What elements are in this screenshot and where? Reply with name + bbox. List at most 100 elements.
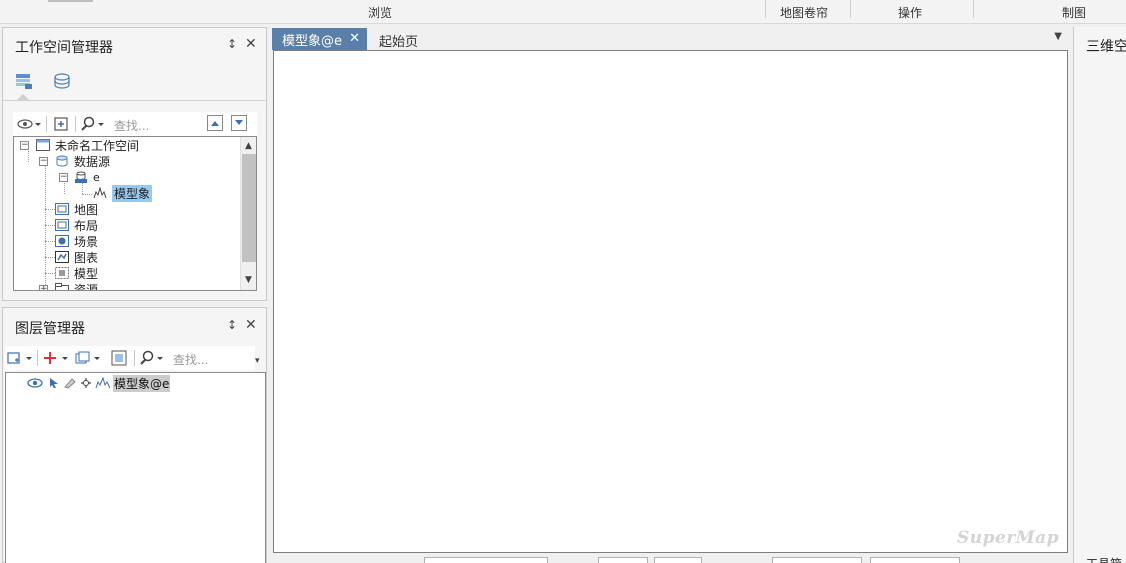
tree-item-workspace[interactable]: 未命名工作空间 (36, 137, 139, 153)
add-layer-icon (7, 352, 32, 364)
display-options-button[interactable] (15, 114, 43, 134)
tab-list-dropdown-icon[interactable]: ▼ (1054, 31, 1062, 42)
toolbar-separator (37, 350, 38, 366)
layer-row[interactable]: 模型象@e (27, 374, 171, 392)
supermap-watermark: SuperMap (956, 528, 1059, 548)
layer-group-button[interactable] (73, 348, 103, 368)
tree-item-label: 地图 (74, 202, 99, 217)
workspace-tree-view-button[interactable] (13, 71, 35, 91)
toolbar-separator (46, 116, 47, 132)
tree-item-label: 场景 (74, 234, 99, 249)
workspace-tree-icon (16, 74, 32, 89)
ribbon-separator (765, 0, 766, 18)
search-options-button[interactable] (79, 114, 107, 134)
move-down-button[interactable] (231, 115, 247, 131)
move-up-button[interactable] (207, 115, 223, 131)
layer-tree[interactable]: 模型象@e (5, 372, 266, 563)
tree-item-label: e (93, 170, 100, 184)
tree-item-models[interactable]: 模型 (55, 265, 98, 281)
udb-datasource-icon (75, 171, 87, 183)
close-tab-icon[interactable]: ✕ (349, 31, 360, 46)
datasource-view-button[interactable] (51, 71, 73, 91)
close-icon[interactable]: ✕ (245, 37, 257, 51)
layer-properties-icon (111, 350, 127, 366)
status-field[interactable] (424, 557, 548, 563)
map-icon (55, 203, 69, 215)
close-icon[interactable]: ✕ (245, 318, 257, 332)
scene-canvas[interactable]: SuperMap (273, 50, 1068, 553)
new-layer-button[interactable] (41, 348, 71, 368)
tree-item-resources[interactable]: 资源 (55, 281, 99, 291)
scene-panel-title[interactable]: 三维空 (1086, 36, 1126, 56)
toolbar-overflow-icon[interactable]: ▾ (255, 356, 260, 366)
tab-start-page[interactable]: 起始页 (379, 31, 418, 50)
selectable-pointer-icon[interactable] (47, 377, 61, 389)
tree-collapse-toggle[interactable]: − (59, 173, 68, 182)
pin-icon[interactable]: ↕ (227, 318, 237, 332)
tree-item-datasources[interactable]: 数据源 (55, 153, 110, 169)
tab-pointer (17, 94, 29, 100)
layer-search-options-button[interactable] (138, 348, 166, 368)
tree-line (45, 273, 55, 274)
layer-search-input[interactable]: 查找... (173, 351, 208, 368)
status-field[interactable] (654, 557, 702, 563)
tree-collapse-toggle[interactable]: − (39, 157, 48, 166)
layer-group-icon (75, 351, 100, 364)
ribbon-tab-stub (48, 0, 93, 2)
scroll-up-arrow-icon[interactable]: ▲ (245, 141, 252, 151)
tree-collapse-toggle[interactable]: − (20, 141, 29, 150)
scroll-down-arrow-icon[interactable]: ▼ (245, 275, 252, 285)
tree-item-maps[interactable]: 地图 (55, 201, 98, 217)
workspace-search-input[interactable]: 查找... (114, 117, 149, 134)
scene-icon (55, 235, 69, 247)
visible-eye-icon[interactable] (27, 377, 45, 389)
tree-item-charts[interactable]: 图表 (55, 249, 98, 265)
plus-icon (44, 352, 68, 364)
scroll-thumb[interactable] (242, 154, 256, 262)
workspace-manager-header: 工作空间管理器 ↕ ✕ (3, 28, 266, 62)
tree-item-dataset-model[interactable]: 模型象 (93, 184, 153, 202)
scene-control-panel: 三维空 工具箱 (1073, 27, 1126, 563)
tree-line (45, 257, 55, 258)
tree-item-label: 未命名工作空间 (55, 138, 140, 153)
tree-item-scenes[interactable]: 场景 (55, 233, 98, 249)
eye-dropdown-icon (17, 119, 41, 129)
tree-line (45, 241, 55, 242)
editable-pencil-icon[interactable] (63, 377, 77, 389)
toolbar-separator (75, 116, 76, 132)
status-field[interactable] (598, 557, 648, 563)
tree-item-label: 布局 (74, 218, 99, 233)
workspace-icon (36, 139, 50, 151)
toolbar-separator (134, 350, 135, 366)
tab-model-scene[interactable]: 模型象@e ✕ (272, 28, 367, 50)
pin-icon[interactable]: ↕ (227, 37, 237, 51)
model-layer-icon (95, 377, 111, 389)
workspace-manager-panel: 工作空间管理器 ↕ ✕ 查找... − 未命名工作空间 − 数据源 − e 模型… (2, 27, 267, 301)
status-field[interactable] (772, 557, 862, 563)
snappable-icon[interactable] (79, 377, 93, 389)
tree-item-layouts[interactable]: 布局 (55, 217, 98, 233)
chart-icon (55, 251, 69, 263)
workspace-tree[interactable]: − 未命名工作空间 − 数据源 − e 模型象 地图 布局 场景 图表 模型 +… (13, 136, 257, 291)
tree-expand-toggle[interactable]: + (39, 285, 48, 290)
toolbox-tab[interactable]: 工具箱 (1086, 555, 1122, 563)
layer-toolbar: 查找... ▾ (5, 346, 260, 370)
ribbon-separator (850, 0, 851, 18)
tab-label: 模型象@e (282, 33, 342, 49)
add-data-button[interactable] (5, 348, 35, 368)
workspace-tree-scrollbar[interactable]: ▲ ▼ (240, 137, 256, 290)
tree-item-datasource-e[interactable]: e (74, 169, 100, 185)
search-icon (81, 116, 104, 131)
tree-line (45, 225, 55, 226)
model-dataset-icon (93, 187, 107, 199)
resources-icon (55, 283, 69, 290)
layer-properties-button[interactable] (108, 348, 130, 368)
ribbon-group-cartography: 制图 (1062, 6, 1087, 20)
tree-item-label: 资源 (74, 282, 99, 291)
ribbon-group-browse: 浏览 (368, 6, 393, 20)
tree-line (82, 194, 92, 195)
export-button[interactable] (50, 114, 72, 134)
status-field[interactable] (870, 557, 960, 563)
status-bar (271, 555, 1070, 563)
ribbon-group-bar: 浏览 地图卷帘 操作 制图 (0, 0, 1126, 24)
